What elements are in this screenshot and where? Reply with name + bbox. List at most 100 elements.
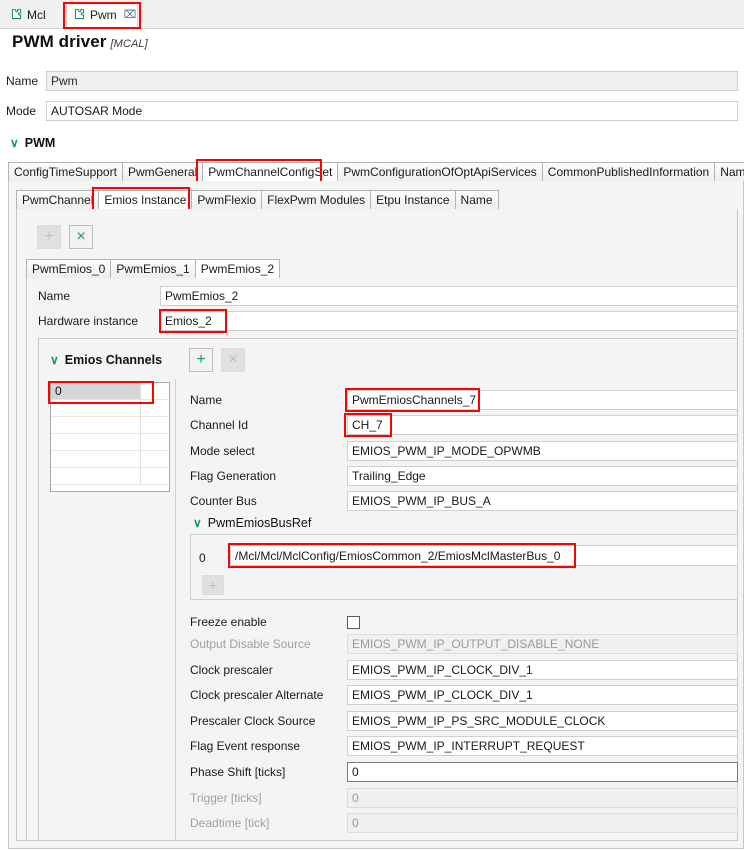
clock-prescaler-alternate-field[interactable]: EMIOS_PWM_IP_CLOCK_DIV_1 — [347, 685, 738, 705]
prescaler-clock-source-field[interactable]: EMIOS_PWM_IP_PS_SRC_MODULE_CLOCK — [347, 711, 738, 731]
counter-bus-label: Counter Bus — [190, 494, 257, 508]
bus-ref-row-index: 0 — [199, 551, 206, 565]
add-instance-button[interactable]: + — [37, 225, 61, 249]
panel-divider — [175, 379, 176, 841]
output-disable-source-field: EMIOS_PWM_IP_OUTPUT_DISABLE_NONE — [347, 634, 738, 654]
freeze-enable-label: Freeze enable — [190, 615, 267, 629]
list-item[interactable] — [51, 468, 169, 485]
tab-pwm-channel[interactable]: PwmChannel — [16, 190, 100, 210]
tab-flexpwm-modules[interactable]: FlexPwm Modules — [261, 190, 372, 210]
name-field[interactable]: Pwm — [46, 71, 738, 91]
instance-name-label: Name — [38, 289, 71, 303]
tab-pwm-flexio[interactable]: PwmFlexio — [191, 190, 263, 210]
tab-config-time-support[interactable]: ConfigTimeSupport — [8, 162, 123, 182]
delete-instance-button[interactable]: × — [69, 225, 93, 249]
tab-common-published-information[interactable]: CommonPublishedInformation — [541, 162, 716, 182]
editor-tab-strip: Mcl Pwm ⌧ — [0, 0, 744, 29]
flag-event-response-row: Flag Event response EMIOS_PWM_IP_INTERRU… — [190, 736, 738, 756]
list-item[interactable] — [51, 400, 169, 417]
channel-id-row: Channel Id CH_7 — [190, 415, 738, 435]
bus-ref-header[interactable]: ∨ PwmEmiosBusRef — [193, 516, 311, 530]
puzzle-icon — [73, 8, 86, 21]
clock-prescaler-alternate-label: Clock prescaler Alternate — [190, 688, 324, 702]
list-item[interactable] — [51, 417, 169, 434]
channel-name-row: Name PwmEmiosChannels_7 — [190, 390, 738, 410]
plus-icon: + — [196, 351, 206, 368]
page-title-text: PWM driver — [12, 32, 107, 51]
freeze-enable-checkbox[interactable] — [347, 615, 360, 629]
flag-event-response-label: Flag Event response — [190, 739, 301, 753]
close-icon: × — [228, 351, 238, 368]
flag-event-response-field[interactable]: EMIOS_PWM_IP_INTERRUPT_REQUEST — [347, 736, 738, 756]
name-row: Name Pwm — [6, 71, 744, 91]
emios-channels-label: Emios Channels — [64, 353, 163, 367]
close-icon[interactable]: ⌧ — [124, 8, 137, 21]
list-item[interactable]: 0 — [51, 383, 169, 400]
tab-pwm-configuration-of-opt-api-services[interactable]: PwmConfigurationOfOptApiServices — [337, 162, 543, 182]
instance-name-field[interactable]: PwmEmios_2 — [160, 286, 738, 306]
name-label: Name — [6, 74, 39, 88]
instance-tab-filler — [279, 259, 736, 279]
channel-list[interactable]: 0 — [50, 382, 170, 492]
outer-tab-row: ConfigTimeSupport PwmGeneral PwmChannelC… — [8, 161, 744, 182]
inner-tab-row: PwmChannel Emios Instance PwmFlexio Flex… — [16, 189, 738, 210]
tab-pwm-channel-config-set[interactable]: PwmChannelConfigSet — [202, 162, 339, 182]
tab-etpu-instance[interactable]: Etpu Instance — [370, 190, 456, 210]
phase-shift-row: Phase Shift [ticks] 0 — [190, 762, 738, 782]
tab-pwm-emios-0[interactable]: PwmEmios_0 — [26, 259, 112, 279]
channel-name-field[interactable]: PwmEmiosChannels_7 — [347, 390, 738, 410]
deadtime-row: Deadtime [tick] 0 — [190, 813, 738, 833]
tab-pwm-general[interactable]: PwmGeneral — [121, 162, 204, 182]
flag-generation-row: Flag Generation Trailing_Edge — [190, 466, 738, 486]
tab-pwm-emios-1[interactable]: PwmEmios_1 — [110, 259, 196, 279]
pwm-section-label: PWM — [24, 136, 56, 150]
list-item-secondary-cell — [141, 383, 169, 399]
trigger-row: Trigger [ticks] 0 — [190, 788, 738, 808]
delete-channel-button[interactable]: × — [221, 348, 245, 372]
tab-name-outer[interactable]: Name — [714, 162, 744, 182]
clock-prescaler-field[interactable]: EMIOS_PWM_IP_CLOCK_DIV_1 — [347, 660, 738, 680]
mode-select-label: Mode select — [190, 444, 255, 458]
flag-generation-label: Flag Generation — [190, 469, 277, 483]
list-item[interactable] — [51, 451, 169, 468]
editor-tab-label: Mcl — [27, 7, 46, 22]
phase-shift-field[interactable]: 0 — [347, 762, 738, 782]
tab-emios-instance[interactable]: Emios Instance — [98, 190, 193, 210]
add-channel-button[interactable]: + — [189, 348, 213, 372]
tab-name-inner[interactable]: Name — [454, 190, 499, 210]
list-item-label: 0 — [51, 383, 140, 399]
pwm-section-header[interactable]: ∨ PWM — [10, 136, 55, 150]
add-bus-ref-button[interactable]: + — [202, 575, 224, 595]
mode-field[interactable]: AUTOSAR Mode — [46, 101, 738, 121]
deadtime-label: Deadtime [tick] — [190, 816, 270, 830]
clock-prescaler-row: Clock prescaler EMIOS_PWM_IP_CLOCK_DIV_1 — [190, 660, 738, 680]
editor-tab-mcl[interactable]: Mcl — [4, 2, 62, 27]
tab-pwm-emios-2[interactable]: PwmEmios_2 — [194, 259, 281, 279]
bus-ref-value-field[interactable]: /Mcl/Mcl/MclConfig/EmiosCommon_2/EmiosMc… — [230, 545, 738, 566]
output-disable-source-label: Output Disable Source — [190, 637, 311, 651]
output-disable-source-row: Output Disable Source EMIOS_PWM_IP_OUTPU… — [190, 634, 738, 654]
trigger-field: 0 — [347, 788, 738, 808]
counter-bus-field[interactable]: EMIOS_PWM_IP_BUS_A — [347, 491, 738, 511]
channel-id-label: Channel Id — [190, 418, 249, 432]
hardware-instance-label: Hardware instance — [38, 314, 139, 328]
chevron-down-icon: ∨ — [50, 353, 59, 367]
editor-tab-pwm[interactable]: Pwm ⌧ — [66, 2, 138, 27]
channel-name-label: Name — [190, 393, 223, 407]
plus-icon: + — [44, 228, 54, 245]
clock-prescaler-alternate-row: Clock prescaler Alternate EMIOS_PWM_IP_C… — [190, 685, 738, 705]
chevron-down-icon: ∨ — [10, 136, 19, 150]
list-item[interactable] — [51, 434, 169, 451]
emios-channels-header[interactable]: ∨ Emios Channels — [50, 353, 162, 367]
plus-icon: + — [208, 577, 218, 593]
flag-generation-field[interactable]: Trailing_Edge — [347, 466, 738, 486]
trigger-label: Trigger [ticks] — [190, 791, 262, 805]
mode-label: Mode — [6, 104, 37, 118]
hardware-instance-field[interactable]: Emios_2 — [160, 311, 738, 331]
bus-ref-label: PwmEmiosBusRef — [207, 516, 312, 530]
close-icon: × — [76, 228, 86, 245]
channel-id-field[interactable]: CH_7 — [347, 415, 738, 435]
bus-ref-group — [190, 534, 738, 600]
pwm-driver-editor: Mcl Pwm ⌧ PWM driver [MCAL] Name Pwm Mode… — [0, 0, 744, 851]
mode-select-field[interactable]: EMIOS_PWM_IP_MODE_OPWMB — [347, 441, 738, 461]
